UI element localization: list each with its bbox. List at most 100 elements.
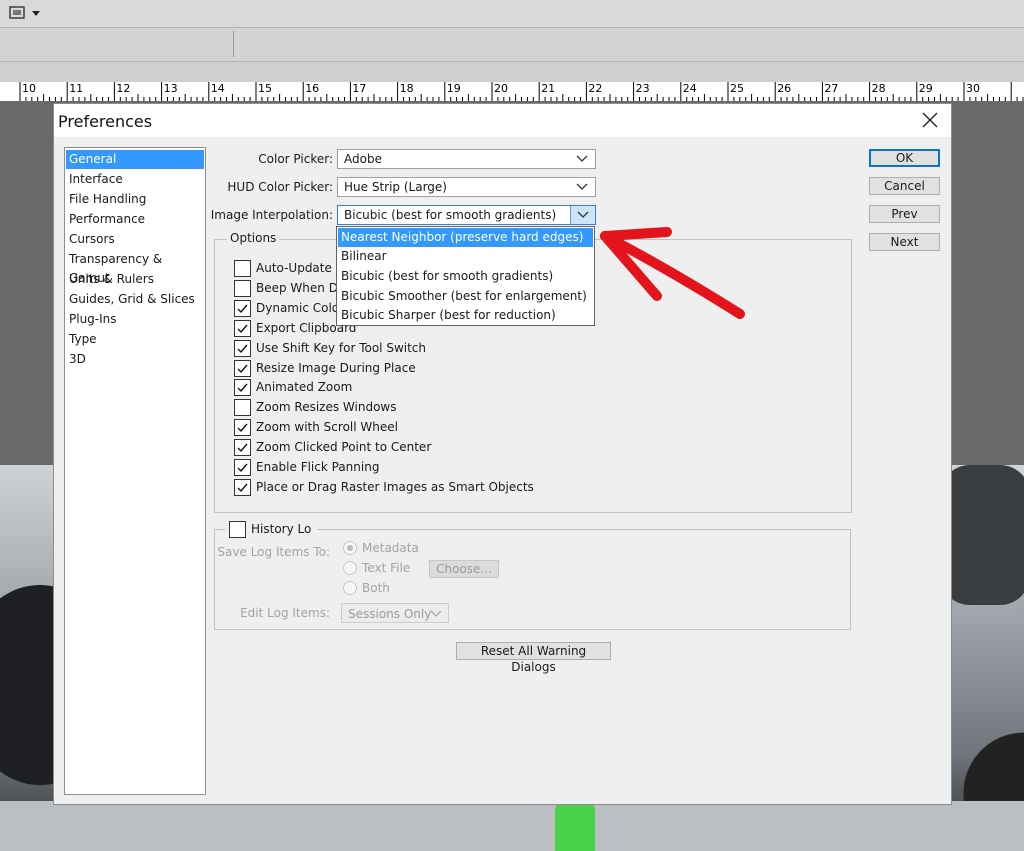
radio-text-file[interactable] (343, 561, 357, 575)
save-log-items-label: Save Log Items To: (217, 545, 330, 559)
checkbox-box[interactable] (234, 419, 251, 437)
ruler-label: 28 (871, 82, 886, 95)
application-bar (0, 0, 1024, 28)
checkbox-box[interactable] (234, 279, 251, 297)
cancel-button[interactable]: Cancel (869, 177, 940, 195)
hud-color-picker-label: HUD Color Picker: (227, 180, 333, 194)
category-transparency-gamut[interactable]: Transparency & Gamut (66, 250, 204, 285)
checkbox-box[interactable] (234, 379, 251, 397)
options-separator (233, 31, 234, 57)
option-checkbox-label: Dynamic Color (256, 300, 345, 315)
dialog-titlebar: Preferences (54, 104, 951, 137)
category-cursors[interactable]: Cursors (66, 230, 204, 249)
chevron-down-icon (576, 183, 588, 190)
checkmark-icon (237, 463, 248, 473)
ruler-label: 27 (824, 82, 839, 95)
chevron-down-icon (576, 155, 588, 162)
option-bicubic[interactable]: Bicubic (best for smooth gradients) (338, 267, 593, 286)
checkmark-icon (237, 344, 248, 353)
red-arrow-annotation (600, 227, 745, 319)
close-icon[interactable] (919, 109, 941, 131)
edit-log-items-value: Sessions Only (348, 607, 432, 621)
ruler-label: 22 (588, 82, 603, 95)
ruler-label: 19 (446, 82, 461, 95)
edit-log-items-label: Edit Log Items: (240, 606, 330, 620)
checkbox-box[interactable] (229, 521, 246, 538)
ruler-label: 24 (682, 82, 697, 95)
checkmark-icon (237, 383, 248, 393)
ok-button[interactable]: OK (869, 149, 940, 167)
ruler-label: 17 (352, 82, 367, 95)
category-interface[interactable]: Interface (66, 170, 204, 189)
option-checkbox-label: Beep When Do (256, 280, 346, 295)
history-log-checkbox[interactable]: History Lo (229, 521, 339, 541)
category-performance[interactable]: Performance (66, 210, 204, 229)
checkmark-icon (237, 324, 248, 333)
category-guides-grid-slices[interactable]: Guides, Grid & Slices (66, 290, 204, 309)
ruler-ticks (19, 82, 1024, 101)
hud-color-picker-select[interactable]: Hue Strip (Large) (337, 177, 596, 197)
category-file-handling[interactable]: File Handling (66, 190, 204, 209)
checkbox-box[interactable] (234, 439, 251, 457)
ruler-label: 18 (399, 82, 414, 95)
radio-both[interactable] (343, 581, 357, 595)
color-picker-value: Adobe (344, 152, 382, 166)
photo-knob (940, 465, 1024, 605)
options-group-title: Options (227, 231, 280, 245)
prev-button[interactable]: Prev (869, 205, 940, 223)
hud-color-picker-value: Hue Strip (Large) (344, 180, 447, 194)
color-picker-select[interactable]: Adobe (337, 149, 596, 169)
document-tab-area (0, 62, 1024, 82)
checkmark-icon (237, 443, 248, 453)
checkmark-icon (237, 364, 248, 373)
option-bicubic-smoother[interactable]: Bicubic Smoother (best for enlargement) (338, 287, 593, 306)
option-bicubic-sharper[interactable]: Bicubic Sharper (best for reduction) (338, 306, 593, 325)
image-interpolation-select[interactable]: Bicubic (best for smooth gradients) (337, 205, 596, 225)
preferences-dialog: Preferences General Interface File Handl… (53, 103, 952, 805)
radio-text-file-label: Text File (362, 561, 411, 575)
preferences-category-list: General Interface File Handling Performa… (64, 147, 206, 795)
image-interpolation-value: Bicubic (best for smooth gradients) (344, 208, 557, 222)
history-log-label: History Lo (251, 522, 312, 536)
category-units-rulers[interactable]: Units & Rulers (66, 270, 204, 289)
category-plug-ins[interactable]: Plug-Ins (66, 310, 204, 329)
checkbox-box[interactable] (234, 478, 251, 496)
ruler-label: 23 (635, 82, 650, 95)
ruler-label: 26 (777, 82, 792, 95)
ruler-label: 15 (258, 82, 272, 95)
checkbox-box[interactable] (234, 359, 251, 377)
screen-mode-icon[interactable] (8, 5, 44, 24)
option-nearest-neighbor[interactable]: Nearest Neighbor (preserve hard edges) (338, 228, 593, 247)
radio-metadata[interactable] (343, 541, 357, 555)
image-interpolation-label: Image Interpolation: (210, 208, 333, 222)
checkbox-box[interactable] (234, 260, 251, 277)
category-general[interactable]: General (66, 150, 204, 169)
radio-both-label: Both (362, 581, 390, 595)
checkmark-icon (237, 483, 248, 492)
checkbox-box[interactable] (234, 339, 251, 357)
horizontal-ruler[interactable]: 10 11 12 13 14 15 16 17 18 19 20 21 22 23 24 25 26 27 28 29… (0, 82, 1024, 102)
option-checkbox-label: Place or Drag Raster Images as Smart Obj… (256, 479, 534, 494)
category-type[interactable]: Type (66, 330, 204, 349)
edit-log-items-select[interactable]: Sessions Only (341, 603, 449, 623)
choose-button[interactable]: Choose... (429, 560, 499, 578)
option-bilinear[interactable]: Bilinear (338, 247, 593, 266)
checkmark-icon (237, 304, 248, 313)
option-checkbox-label: Resize Image During Place (256, 360, 416, 375)
checkbox-box[interactable] (234, 459, 251, 476)
checkbox-box[interactable] (234, 319, 251, 337)
color-picker-label: Color Picker: (258, 152, 333, 166)
ruler-label: 13 (163, 82, 178, 95)
next-button[interactable]: Next (869, 233, 940, 251)
checkbox-box[interactable] (234, 399, 251, 417)
dialog-title: Preferences (58, 112, 153, 131)
ruler-label: 11 (69, 82, 84, 95)
chevron-down-icon (577, 211, 589, 218)
ruler-label: 30 (966, 82, 980, 95)
ruler-label: 20 (494, 82, 508, 95)
category-3d[interactable]: 3D (66, 350, 204, 369)
option-checkbox-label: Enable Flick Panning (256, 460, 380, 474)
ruler-label: 29 (918, 82, 933, 95)
checkbox-box[interactable] (234, 299, 251, 317)
reset-warning-dialogs-button[interactable]: Reset All Warning Dialogs (456, 642, 611, 674)
